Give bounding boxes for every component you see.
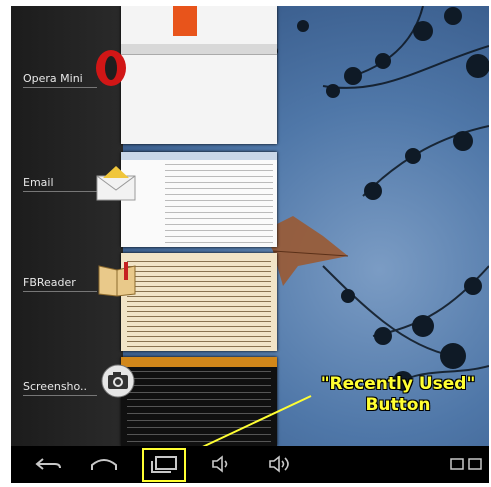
screenshot-icon[interactable]: [447, 450, 485, 478]
recent-apps-highlight-box: [142, 448, 186, 482]
volume-up-icon[interactable]: [263, 450, 297, 478]
back-icon[interactable]: [31, 450, 65, 478]
tablet-screen: Opera Mini Email FBReader Screensho.. "R…: [11, 6, 489, 483]
system-navigation-bar: [11, 446, 489, 483]
volume-down-icon[interactable]: [206, 450, 236, 478]
home-icon[interactable]: [87, 450, 121, 478]
annotation-pointer-line: [178, 395, 312, 459]
